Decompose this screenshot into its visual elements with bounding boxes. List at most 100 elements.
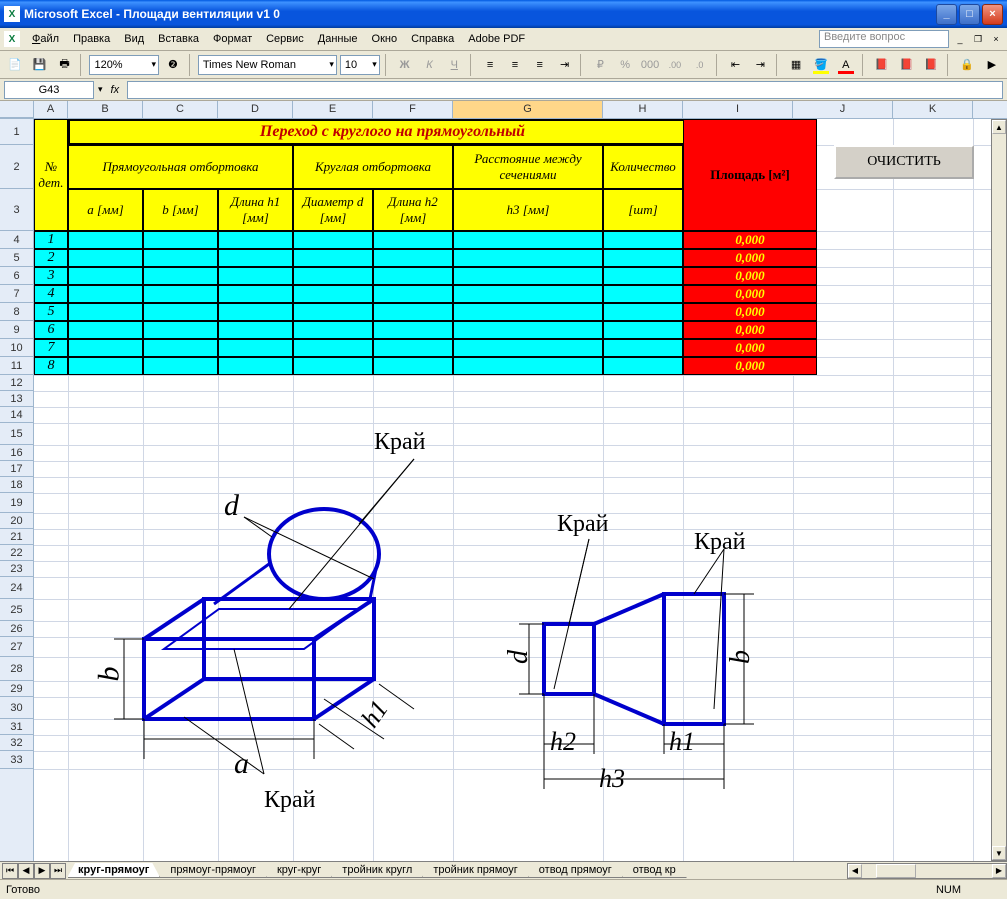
input-cell[interactable] — [453, 231, 603, 249]
input-cell[interactable] — [143, 249, 218, 267]
input-cell[interactable] — [143, 303, 218, 321]
row-header-15[interactable]: 15 — [0, 423, 33, 445]
input-cell[interactable] — [68, 339, 143, 357]
mdi-restore[interactable]: ❐ — [971, 32, 985, 46]
input-cell[interactable] — [603, 231, 683, 249]
input-cell[interactable] — [143, 231, 218, 249]
help-icon[interactable]: ❷ — [162, 54, 184, 76]
close-button[interactable]: × — [982, 4, 1003, 25]
row-header-9[interactable]: 9 — [0, 321, 33, 339]
menu-format[interactable]: Формат — [207, 31, 258, 47]
row-header-14[interactable]: 14 — [0, 407, 33, 423]
input-cell[interactable] — [453, 303, 603, 321]
formula-bar[interactable] — [127, 81, 1003, 99]
percent-icon[interactable]: % — [614, 54, 636, 76]
input-cell[interactable] — [293, 339, 373, 357]
input-cell[interactable] — [143, 321, 218, 339]
input-cell[interactable] — [373, 303, 453, 321]
input-cell[interactable] — [603, 249, 683, 267]
row-header-13[interactable]: 13 — [0, 391, 33, 407]
row-header-33[interactable]: 33 — [0, 751, 33, 769]
fx-label[interactable]: fx — [107, 84, 124, 96]
input-cell[interactable] — [373, 249, 453, 267]
input-cell[interactable] — [218, 303, 293, 321]
menu-view[interactable]: Вид — [118, 31, 150, 47]
align-left-icon[interactable]: ≡ — [479, 54, 501, 76]
pdf-icon-2[interactable]: 📕 — [895, 54, 917, 76]
row-header-22[interactable]: 22 — [0, 545, 33, 561]
comma-icon[interactable]: 000 — [639, 54, 661, 76]
col-header-H[interactable]: H — [603, 101, 683, 118]
input-cell[interactable] — [218, 231, 293, 249]
col-header-B[interactable]: B — [68, 101, 143, 118]
row-header-7[interactable]: 7 — [0, 285, 33, 303]
col-header-G[interactable]: G — [453, 101, 603, 118]
maximize-button[interactable]: □ — [959, 4, 980, 25]
input-cell[interactable] — [453, 267, 603, 285]
input-cell[interactable] — [143, 339, 218, 357]
row-header-26[interactable]: 26 — [0, 621, 33, 637]
input-cell[interactable] — [68, 249, 143, 267]
row-header-29[interactable]: 29 — [0, 681, 33, 697]
borders-icon[interactable]: ▦ — [785, 54, 807, 76]
input-cell[interactable] — [603, 321, 683, 339]
input-cell[interactable] — [603, 285, 683, 303]
inc-decimal-icon[interactable]: .00 — [664, 54, 686, 76]
row-header-2[interactable]: 2 — [0, 145, 33, 189]
input-cell[interactable] — [143, 357, 218, 375]
row-header-11[interactable]: 11 — [0, 357, 33, 375]
dec-indent-icon[interactable]: ⇤ — [725, 54, 747, 76]
dec-decimal-icon[interactable]: .0 — [689, 54, 711, 76]
input-cell[interactable] — [293, 357, 373, 375]
input-cell[interactable] — [68, 321, 143, 339]
pdf-icon-3[interactable]: 📕 — [920, 54, 942, 76]
tab-next-icon[interactable]: ▶ — [34, 863, 50, 879]
input-cell[interactable] — [373, 321, 453, 339]
row-header-20[interactable]: 20 — [0, 513, 33, 529]
menu-adobe[interactable]: Adobe PDF — [462, 31, 531, 47]
input-cell[interactable] — [68, 285, 143, 303]
input-cell[interactable] — [603, 267, 683, 285]
fontsize-combo[interactable]: 10 — [340, 55, 380, 75]
col-header-I[interactable]: I — [683, 101, 793, 118]
input-cell[interactable] — [603, 339, 683, 357]
col-header-C[interactable]: C — [143, 101, 218, 118]
input-cell[interactable] — [453, 357, 603, 375]
input-cell[interactable] — [68, 231, 143, 249]
input-cell[interactable] — [373, 267, 453, 285]
macros-icon[interactable]: ▶ — [981, 54, 1003, 76]
input-cell[interactable] — [373, 285, 453, 303]
input-cell[interactable] — [453, 249, 603, 267]
input-cell[interactable] — [293, 231, 373, 249]
col-header-D[interactable]: D — [218, 101, 293, 118]
print-icon[interactable]: 🖶 — [54, 54, 76, 76]
input-cell[interactable] — [293, 285, 373, 303]
input-cell[interactable] — [218, 249, 293, 267]
font-combo[interactable]: Times New Roman — [198, 55, 337, 75]
underline-icon[interactable]: Ч — [443, 54, 465, 76]
row-header-24[interactable]: 24 — [0, 577, 33, 599]
input-cell[interactable] — [68, 267, 143, 285]
row-header-5[interactable]: 5 — [0, 249, 33, 267]
menu-insert[interactable]: Вставка — [152, 31, 205, 47]
menu-file[interactable]: Файл — [26, 31, 65, 47]
row-header-30[interactable]: 30 — [0, 697, 33, 719]
inc-indent-icon[interactable]: ⇥ — [749, 54, 771, 76]
zoom-combo[interactable]: 120% — [89, 55, 159, 75]
row-header-31[interactable]: 31 — [0, 719, 33, 735]
input-cell[interactable] — [68, 357, 143, 375]
align-right-icon[interactable]: ≡ — [529, 54, 551, 76]
input-cell[interactable] — [453, 285, 603, 303]
bold-icon[interactable]: Ж — [394, 54, 416, 76]
input-cell[interactable] — [143, 267, 218, 285]
name-box[interactable]: G43 — [4, 81, 94, 99]
input-cell[interactable] — [218, 339, 293, 357]
fill-color-icon[interactable]: 🪣 — [810, 54, 832, 76]
col-header-J[interactable]: J — [793, 101, 893, 118]
menu-edit[interactable]: Правка — [67, 31, 116, 47]
italic-icon[interactable]: К — [419, 54, 441, 76]
input-cell[interactable] — [293, 249, 373, 267]
input-cell[interactable] — [68, 303, 143, 321]
row-header-10[interactable]: 10 — [0, 339, 33, 357]
row-header-12[interactable]: 12 — [0, 375, 33, 391]
